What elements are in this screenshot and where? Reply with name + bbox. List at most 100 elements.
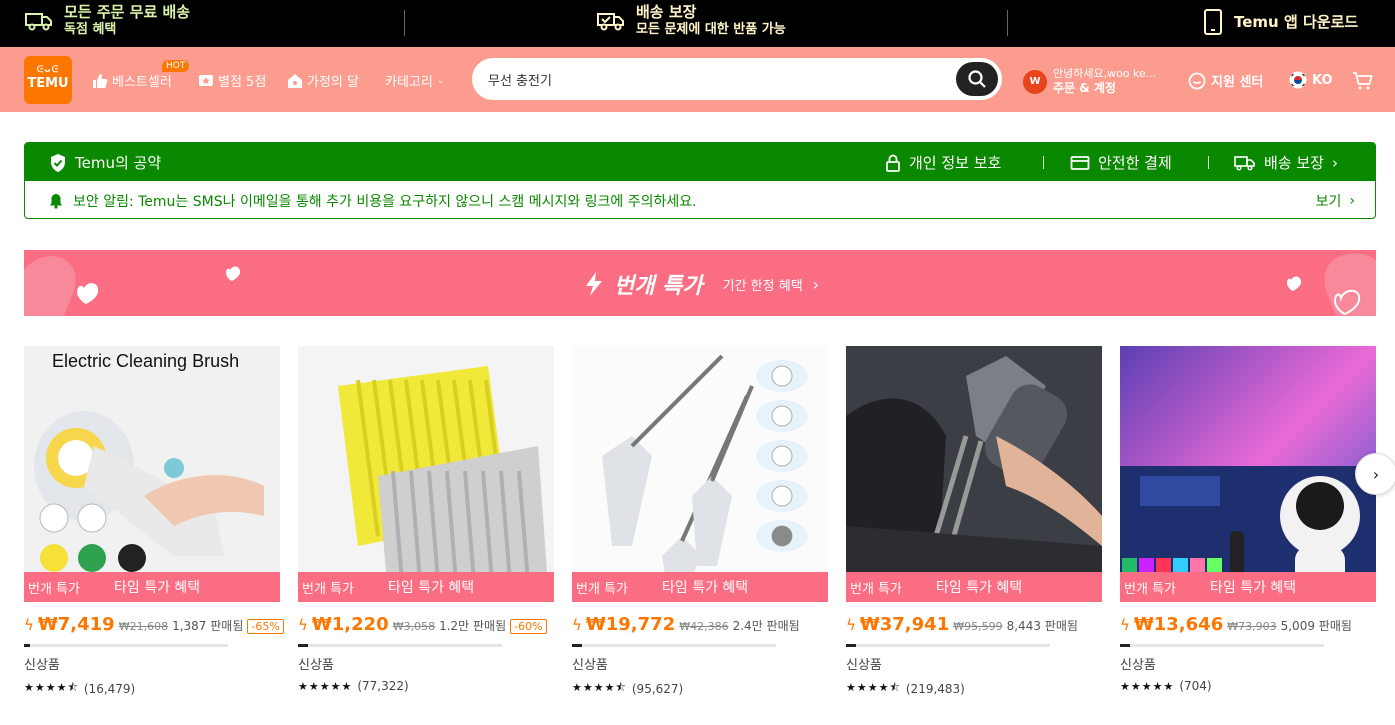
sale-price: ₩1,220	[311, 614, 389, 635]
top-promo-bar: 모든 주문 무료 배송 독점 혜택 배송 보장 모든 문제에 대한 반품 가능 …	[0, 0, 1395, 47]
product-image[interactable]: Electric Cleaning Brush 번개 특가 타임 특가 혜택	[24, 346, 280, 602]
cart-button[interactable]	[1352, 71, 1374, 91]
product-card[interactable]: 번개 특가 타임 특가 혜택 ϟ ₩37,941 ₩95,599 8,443 판…	[846, 346, 1102, 696]
account-menu[interactable]: W 안녕하세요,woo ke... 주문 & 계정	[1023, 67, 1156, 96]
delivery-check-icon	[597, 13, 624, 31]
lightning-icon: ϟ	[24, 616, 34, 634]
support-center-label: 지원 센터	[1211, 75, 1264, 90]
search-input[interactable]	[488, 68, 948, 90]
sales-progress-bar	[1120, 644, 1324, 647]
sold-count: 5,009 판매됨	[1280, 619, 1352, 633]
temu-promise-panel: Temu의 공약 개인 정보 보호 안전한 결제 배송 보장 › 보안 알림: …	[24, 142, 1376, 219]
star-rating-icon: ★★★★★	[1120, 679, 1175, 693]
time-deal-tag: 타임 특가 혜택	[114, 580, 201, 596]
lightning-icon: ϟ	[298, 616, 308, 634]
review-count: (95,627)	[631, 681, 684, 696]
product-card[interactable]: 번개 특가 타임 특가 혜택 ϟ ₩1,220 ₩3,058 1.2만 판매됨 …	[298, 346, 554, 693]
price-row: ϟ ₩37,941 ₩95,599 8,443 판매됨	[846, 614, 1078, 635]
discount-badge: -60%	[510, 619, 547, 634]
guarantee-title: 배송 보장	[636, 3, 697, 21]
search-bar	[472, 58, 1002, 100]
price-row: ϟ ₩7,419 ₩21,608 1,387 판매됨 -65%	[24, 614, 284, 635]
deal-strip: 번개 특가 타임 특가 혜택	[572, 572, 828, 602]
chevron-right-icon: ›	[1349, 193, 1355, 209]
free-shipping-promo[interactable]: 모든 주문 무료 배송 독점 혜택	[24, 3, 190, 39]
promise-title-label: Temu의 공약	[75, 154, 162, 172]
original-price: ₩73,903	[1227, 620, 1277, 633]
delivery-guarantee-promo[interactable]: 배송 보장 모든 문제에 대한 반품 가능	[596, 3, 786, 39]
time-deal-tag: 타임 특가 혜택	[936, 580, 1023, 596]
secure-payment-item[interactable]: 안전한 결제	[1070, 152, 1172, 173]
privacy-label: 개인 정보 보호	[909, 154, 1002, 172]
security-alert-text: 보안 알림: Temu는 SMS나 이메일을 통해 추가 비용을 요구하지 않으…	[73, 194, 697, 210]
delivery-guarantee-item[interactable]: 배송 보장 ›	[1234, 152, 1338, 173]
price-row: ϟ ₩1,220 ₩3,058 1.2만 판매됨 -60%	[298, 614, 547, 635]
hot-badge: HOT	[162, 60, 190, 72]
lightning-deal-banner[interactable]: 번개 특가 기간 한정 혜택 ›	[24, 250, 1376, 316]
product-image[interactable]: 번개 특가 타임 특가 혜택	[846, 346, 1102, 602]
chevron-right-icon: ›	[1372, 464, 1380, 484]
lightning-icon: ϟ	[572, 616, 582, 634]
sales-progress-bar	[298, 644, 502, 647]
sales-progress-fill	[24, 644, 31, 647]
chat-support-icon	[1188, 72, 1206, 89]
nav-five-star[interactable]: 별점 5점	[198, 71, 266, 90]
nav-category-label: 카테고리	[385, 75, 433, 90]
app-download-link[interactable]: Temu 앱 다운로드	[1202, 8, 1358, 36]
logo-mark: ᕮᴗᕮ	[36, 65, 60, 75]
truck-icon	[25, 13, 52, 31]
credit-card-icon	[1070, 155, 1090, 170]
security-alert: 보안 알림: Temu는 SMS나 이메일을 통해 추가 비용을 요구하지 않으…	[25, 181, 1375, 218]
app-download-label: Temu 앱 다운로드	[1234, 13, 1359, 31]
lightning-deal-tag: 번개 특가	[302, 581, 354, 597]
product-image[interactable]: 번개 특가 타임 특가 혜택	[572, 346, 828, 602]
star-rating-icon: ★★★★⯪	[846, 681, 901, 694]
product-image-caption: Electric Cleaning Brush	[52, 351, 240, 371]
view-more-link[interactable]: 보기 ›	[1316, 191, 1355, 211]
rating: ★★★★★ (704)	[1120, 679, 1212, 693]
promise-title[interactable]: Temu의 공약	[49, 152, 161, 173]
product-image[interactable]: 번개 특가 타임 특가 혜택	[1120, 346, 1376, 602]
avatar: W	[1023, 69, 1047, 94]
review-count: (16,479)	[83, 681, 136, 696]
new-product-tag: 신상품	[298, 658, 334, 673]
product-card[interactable]: Electric Cleaning Brush 번개 특가 타임 특가 혜택 ϟ…	[24, 346, 284, 696]
chevron-right-icon: ›	[812, 274, 820, 294]
sold-count: 1,387 판매됨	[172, 619, 244, 633]
lightning-deal-tag: 번개 특가	[28, 581, 80, 597]
sales-progress-fill	[572, 644, 583, 647]
support-center-link[interactable]: 지원 센터	[1188, 71, 1263, 90]
banner-title: 번개 특가	[614, 274, 703, 299]
sales-progress-fill	[846, 644, 857, 647]
carousel-next-button[interactable]: ›	[1355, 453, 1395, 495]
sale-price: ₩37,941	[859, 614, 950, 635]
star-rating-icon: ★★★★⯪	[572, 681, 627, 694]
original-price: ₩21,608	[118, 620, 169, 633]
sales-progress-fill	[1120, 644, 1131, 647]
nav-home[interactable]: 가정의 달	[287, 71, 359, 90]
secure-payment-label: 안전한 결제	[1098, 154, 1172, 172]
language-selector[interactable]: KO	[1289, 71, 1333, 89]
guarantee-sub: 모든 문제에 대한 반품 가능	[636, 22, 786, 37]
new-product-tag: 신상품	[24, 658, 60, 673]
security-alert-message: 보안 알림: Temu는 SMS나 이메일을 통해 추가 비용을 요구하지 않으…	[49, 191, 697, 211]
product-card[interactable]: 번개 특가 타임 특가 혜택 ϟ ₩13,646 ₩73,903 5,009 판…	[1120, 346, 1376, 693]
sale-price: ₩13,646	[1133, 614, 1224, 635]
rating: ★★★★⯪ (219,483)	[846, 679, 965, 698]
product-card[interactable]: 번개 특가 타임 특가 혜택 ϟ ₩19,772 ₩42,386 2.4만 판매…	[572, 346, 828, 696]
sale-price: ₩19,772	[585, 614, 676, 635]
lightning-deal-tag: 번개 특가	[850, 581, 902, 597]
lightning-icon: ϟ	[846, 616, 856, 634]
nav-category[interactable]: 카테고리 ⌄	[385, 71, 444, 90]
shield-check-icon	[51, 153, 65, 172]
price-row: ϟ ₩13,646 ₩73,903 5,009 판매됨	[1120, 614, 1352, 635]
nav-bestseller[interactable]: 베스트셀러	[92, 71, 172, 90]
temu-logo[interactable]: ᕮᴗᕮ TEMU	[24, 56, 72, 104]
original-price: ₩3,058	[392, 620, 436, 633]
privacy-item[interactable]: 개인 정보 보호	[885, 152, 1001, 173]
rating: ★★★★⯪ (95,627)	[572, 679, 683, 698]
search-button[interactable]	[956, 62, 998, 96]
review-count: (219,483)	[905, 681, 965, 696]
sold-count: 2.4만 판매됨	[732, 619, 800, 633]
product-image[interactable]: 번개 특가 타임 특가 혜택	[298, 346, 554, 602]
